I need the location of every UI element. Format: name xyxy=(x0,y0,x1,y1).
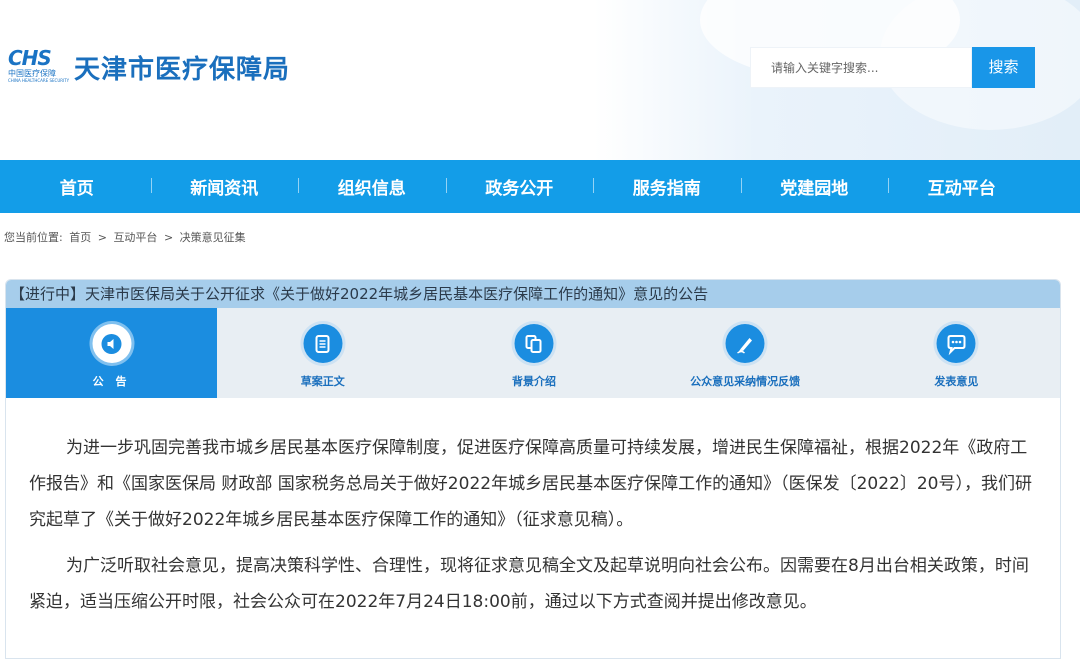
breadcrumb: 您当前位置: 首页 > 互动平台 > 决策意见征集 xyxy=(4,229,249,245)
breadcrumb-prefix: 您当前位置: xyxy=(4,231,63,244)
nav-item-party-building[interactable]: 党建园地 xyxy=(740,174,889,199)
nav-item-home[interactable]: 首页 xyxy=(3,174,151,199)
pen-icon xyxy=(722,321,768,366)
content-paragraph: 为广泛听取社会意见，提高决策科学性、合理性，现将征求意见稿全文及起草说明向社会公… xyxy=(29,556,1029,612)
copy-icon xyxy=(511,321,557,366)
main-nav: 首页 新闻资讯 组织信息 政务公开 服务指南 党建园地 互动平台 xyxy=(0,160,1080,213)
nav-item-interaction[interactable]: 互动平台 xyxy=(888,174,1036,199)
chat-icon xyxy=(933,321,979,366)
content-paragraph: 为进一步巩固完善我市城乡居民基本医疗保障制度，促进医疗保障高质量可持续发展，增进… xyxy=(29,438,1032,530)
tab-comment[interactable]: 发表意见 xyxy=(851,308,1060,398)
tab-background[interactable]: 背景介绍 xyxy=(428,308,639,398)
breadcrumb-interaction[interactable]: 互动平台 xyxy=(113,231,157,244)
tab-label: 背景介绍 xyxy=(511,375,556,388)
breadcrumb-current[interactable]: 决策意见征集 xyxy=(180,231,246,244)
tab-label: 发表意见 xyxy=(934,375,979,388)
speaker-icon xyxy=(89,321,135,366)
announcement-panel: 【进行中】天津市医保局关于公开征求《关于做好2022年城乡居民基本医疗保障工作的… xyxy=(5,279,1061,659)
nav-item-service-guide[interactable]: 服务指南 xyxy=(593,174,741,199)
tab-announcement[interactable]: 公 告 xyxy=(6,308,218,398)
document-icon xyxy=(300,321,346,366)
search-input[interactable]: 请输入关键字搜索... xyxy=(750,47,972,88)
tab-feedback[interactable]: 公众意见采纳情况反馈 xyxy=(640,308,851,398)
breadcrumb-separator: > xyxy=(97,231,107,244)
site-header: CHS 中国医疗保障 CHINA HEALTHCARE SECURITY 天津市… xyxy=(0,0,1080,160)
breadcrumb-home[interactable]: 首页 xyxy=(69,231,91,244)
site-title: 天津市医疗保障局 xyxy=(74,54,291,85)
tab-label: 草案正文 xyxy=(300,375,345,388)
chs-logo-icon: CHS 中国医疗保障 CHINA HEALTHCARE SECURITY xyxy=(8,46,70,83)
search-button[interactable]: 搜索 xyxy=(972,47,1035,88)
announcement-content: 为进一步巩固完善我市城乡居民基本医疗保障制度，促进医疗保障高质量可持续发展，增进… xyxy=(6,398,1060,620)
tab-label: 公众意见采纳情况反馈 xyxy=(690,375,801,388)
nav-item-organization[interactable]: 组织信息 xyxy=(298,174,446,199)
breadcrumb-separator: > xyxy=(163,231,174,244)
announcement-title: 【进行中】天津市医保局关于公开征求《关于做好2022年城乡居民基本医疗保障工作的… xyxy=(6,280,1060,308)
nav-item-government-affairs[interactable]: 政务公开 xyxy=(445,174,594,199)
nav-item-news[interactable]: 新闻资讯 xyxy=(150,174,299,199)
site-logo[interactable]: CHS 中国医疗保障 CHINA HEALTHCARE SECURITY 天津市… xyxy=(8,46,290,88)
tab-label: 公 告 xyxy=(92,375,131,388)
announcement-tabs: 公 告 草案正文 背景介绍 公众意见采纳情况反馈 发表意见 xyxy=(6,308,1060,398)
tab-draft-text[interactable]: 草案正文 xyxy=(217,308,428,398)
